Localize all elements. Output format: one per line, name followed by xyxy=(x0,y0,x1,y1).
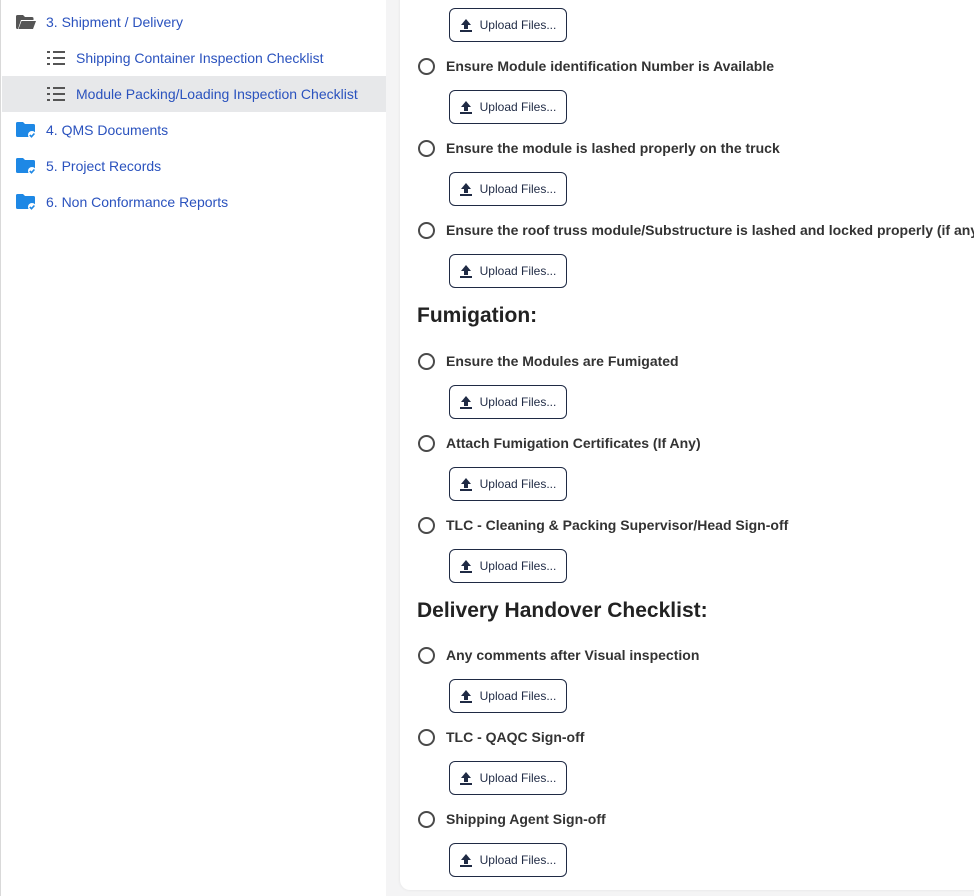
radio-button[interactable] xyxy=(418,646,435,664)
upload-icon xyxy=(459,559,472,573)
checklist-item-label: Ensure the roof truss module/Substructur… xyxy=(446,222,974,238)
checklist-item[interactable]: Ensure Module identification Number is A… xyxy=(418,55,774,77)
upload-files-label: Upload Files... xyxy=(479,689,557,703)
checklist-item[interactable]: Ensure the Modules are Fumigated xyxy=(418,350,679,372)
radio-button[interactable] xyxy=(418,516,435,534)
sidebar-item-label: 3. Shipment / Delivery xyxy=(46,14,183,30)
upload-icon xyxy=(459,477,472,491)
upload-files-button[interactable]: Upload Files... xyxy=(449,385,567,419)
upload-files-button[interactable]: Upload Files... xyxy=(449,467,567,501)
upload-files-button[interactable]: Upload Files... xyxy=(449,8,567,42)
upload-files-label: Upload Files... xyxy=(479,853,557,867)
list-icon xyxy=(46,86,66,102)
radio-button[interactable] xyxy=(418,139,435,157)
section-title-fumigation: Fumigation: xyxy=(417,304,538,327)
upload-files-button[interactable]: Upload Files... xyxy=(449,679,567,713)
folder-check-icon xyxy=(15,157,37,175)
checklist-item[interactable]: TLC - Cleaning & Packing Supervisor/Head… xyxy=(418,514,788,536)
checklist-item-label: Attach Fumigation Certificates (If Any) xyxy=(446,435,701,451)
upload-files-button[interactable]: Upload Files... xyxy=(449,549,567,583)
upload-icon xyxy=(459,689,472,703)
checklist-item-label: TLC - QAQC Sign-off xyxy=(446,729,585,745)
sidebar-item-label: Shipping Container Inspection Checklist xyxy=(76,50,324,66)
upload-icon xyxy=(459,395,472,409)
radio-button[interactable] xyxy=(418,221,435,239)
radio-button[interactable] xyxy=(418,352,435,370)
checklist-item[interactable]: Attach Fumigation Certificates (If Any) xyxy=(418,432,701,454)
upload-files-label: Upload Files... xyxy=(479,477,557,491)
sidebar-item-label: 5. Project Records xyxy=(46,158,162,174)
sidebar-item-label: 6. Non Conformance Reports xyxy=(46,194,229,210)
upload-icon xyxy=(459,18,472,32)
radio-button[interactable] xyxy=(418,810,435,828)
checklist-item-label: Ensure Module identification Number is A… xyxy=(446,58,775,74)
radio-button[interactable] xyxy=(418,57,435,75)
checklist-item[interactable]: Shipping Agent Sign-off xyxy=(418,808,606,830)
sidebar-item-project-records[interactable]: 5. Project Records xyxy=(2,148,387,184)
upload-icon xyxy=(459,771,472,785)
upload-files-label: Upload Files... xyxy=(479,559,557,573)
list-icon xyxy=(46,50,66,66)
checklist-item-label: Shipping Agent Sign-off xyxy=(446,811,606,827)
upload-files-label: Upload Files... xyxy=(479,100,557,114)
upload-files-label: Upload Files... xyxy=(479,18,557,32)
checklist-item-label: TLC - Cleaning & Packing Supervisor/Head… xyxy=(446,517,789,533)
radio-button[interactable] xyxy=(418,728,435,746)
upload-files-button[interactable]: Upload Files... xyxy=(449,761,567,795)
upload-files-button[interactable]: Upload Files... xyxy=(449,254,567,288)
upload-icon xyxy=(459,853,472,867)
upload-files-label: Upload Files... xyxy=(479,264,557,278)
upload-icon xyxy=(459,182,472,196)
folder-open-icon xyxy=(15,14,37,30)
checklist-item-label: Ensure the module is lashed properly on … xyxy=(446,140,780,156)
checklist-item[interactable]: Ensure the module is lashed properly on … xyxy=(418,137,780,159)
checklist-item-label: Ensure the Modules are Fumigated xyxy=(446,353,679,369)
checklist-item-label: Any comments after Visual inspection xyxy=(446,647,700,663)
sidebar-item-label: Module Packing/Loading Inspection Checkl… xyxy=(76,86,358,102)
upload-files-label: Upload Files... xyxy=(479,771,557,785)
upload-files-button[interactable]: Upload Files... xyxy=(449,172,567,206)
checklist-item[interactable]: Ensure the roof truss module/Substructur… xyxy=(418,219,974,241)
sidebar-item-label: 4. QMS Documents xyxy=(46,122,169,138)
checklist-item[interactable]: Any comments after Visual inspection xyxy=(418,644,699,666)
sidebar-item-qms-documents[interactable]: 4. QMS Documents xyxy=(2,112,387,148)
upload-files-button[interactable]: Upload Files... xyxy=(449,843,567,877)
sidebar-item-non-conformance-reports[interactable]: 6. Non Conformance Reports xyxy=(2,184,387,220)
sidebar-item-shipment-delivery[interactable]: 3. Shipment / Delivery xyxy=(2,4,387,40)
upload-files-button[interactable]: Upload Files... xyxy=(449,90,567,124)
folder-check-icon xyxy=(15,121,37,139)
upload-icon xyxy=(459,264,472,278)
sidebar: 3. Shipment / Delivery Shipping Containe… xyxy=(0,0,387,896)
checklist-item[interactable]: TLC - QAQC Sign-off xyxy=(418,726,584,748)
upload-files-label: Upload Files... xyxy=(479,395,557,409)
radio-button[interactable] xyxy=(418,434,435,452)
upload-files-label: Upload Files... xyxy=(479,182,557,196)
folder-check-icon xyxy=(15,193,37,211)
section-title-delivery-handover: Delivery Handover Checklist: xyxy=(417,599,708,622)
upload-icon xyxy=(459,100,472,114)
sidebar-item-shipping-container-checklist[interactable]: Shipping Container Inspection Checklist xyxy=(2,40,387,76)
sidebar-item-module-packing-checklist[interactable]: Module Packing/Loading Inspection Checkl… xyxy=(2,76,387,112)
